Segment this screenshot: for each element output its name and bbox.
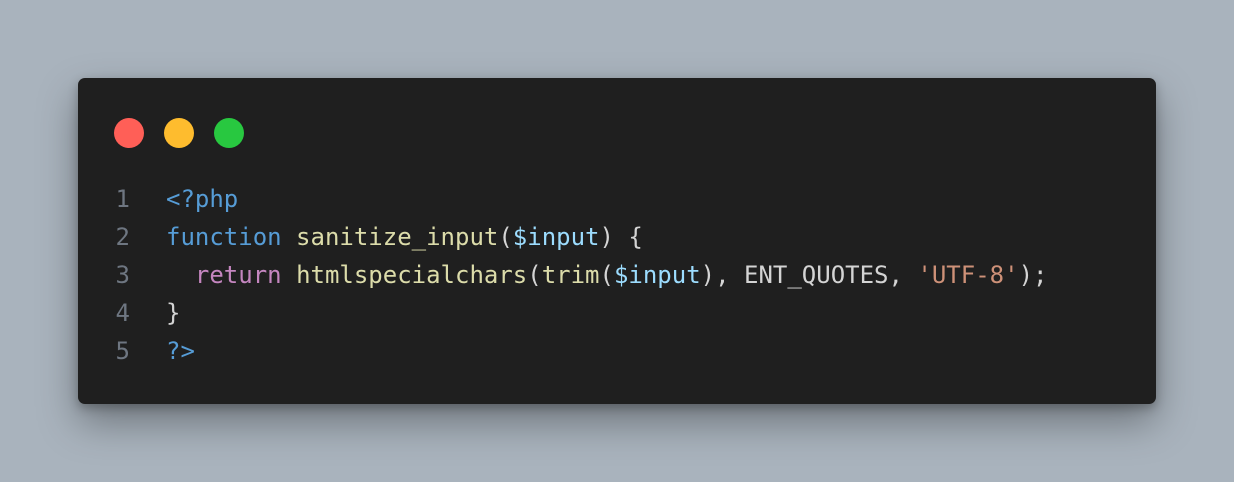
- code-line-content: function sanitize_input($input) {: [166, 218, 643, 256]
- code-line-content: <?php: [166, 180, 238, 218]
- code-token-plain: (: [527, 261, 542, 289]
- minimize-dot[interactable]: [164, 118, 194, 148]
- line-number: 1: [115, 185, 130, 213]
- code-token-plain: (: [498, 223, 513, 251]
- code-line-content: }: [166, 294, 180, 332]
- code-window: 1 <?php 2 function sanitize_input($input) {…: [78, 78, 1156, 404]
- code-token-plain: );: [1018, 261, 1048, 289]
- close-dot[interactable]: [114, 118, 144, 148]
- code-token-var: $input: [512, 223, 600, 251]
- line-number: 3: [115, 261, 130, 289]
- window-controls: [114, 118, 244, 148]
- line-number: 5: [115, 337, 130, 365]
- code-token-plain: (: [599, 261, 614, 289]
- code-line: 5 ?>: [78, 332, 1156, 370]
- code-block: 1 <?php 2 function sanitize_input($input) {…: [78, 180, 1156, 370]
- code-token-keyword: function: [166, 223, 282, 251]
- code-line-content: ?>: [166, 332, 195, 370]
- code-token-plain: }: [166, 299, 181, 327]
- code-token-return: return: [194, 261, 282, 289]
- code-token-func: htmlspecialchars: [296, 261, 528, 289]
- code-line: 1 <?php: [78, 180, 1156, 218]
- line-number: 4: [115, 299, 130, 327]
- line-number: 2: [115, 223, 130, 251]
- code-token-var: $input: [613, 261, 701, 289]
- code-token-plain: ) {: [599, 223, 643, 251]
- code-token-string: 'UTF-8': [917, 261, 1019, 289]
- code-token-func: trim: [541, 261, 600, 289]
- code-line: 2 function sanitize_input($input) {: [78, 218, 1156, 256]
- code-token-plain: ), ENT_QUOTES,: [700, 261, 918, 289]
- code-line-content: return htmlspecialchars(trim($input), EN…: [166, 256, 1048, 294]
- code-token-tag: ?>: [166, 337, 195, 365]
- zoom-dot[interactable]: [214, 118, 244, 148]
- code-line: 3 return htmlspecialchars(trim($input), …: [78, 256, 1156, 294]
- code-token-tag: <?php: [166, 185, 239, 213]
- code-line: 4}: [78, 294, 1156, 332]
- code-token-func: sanitize_input: [296, 223, 499, 251]
